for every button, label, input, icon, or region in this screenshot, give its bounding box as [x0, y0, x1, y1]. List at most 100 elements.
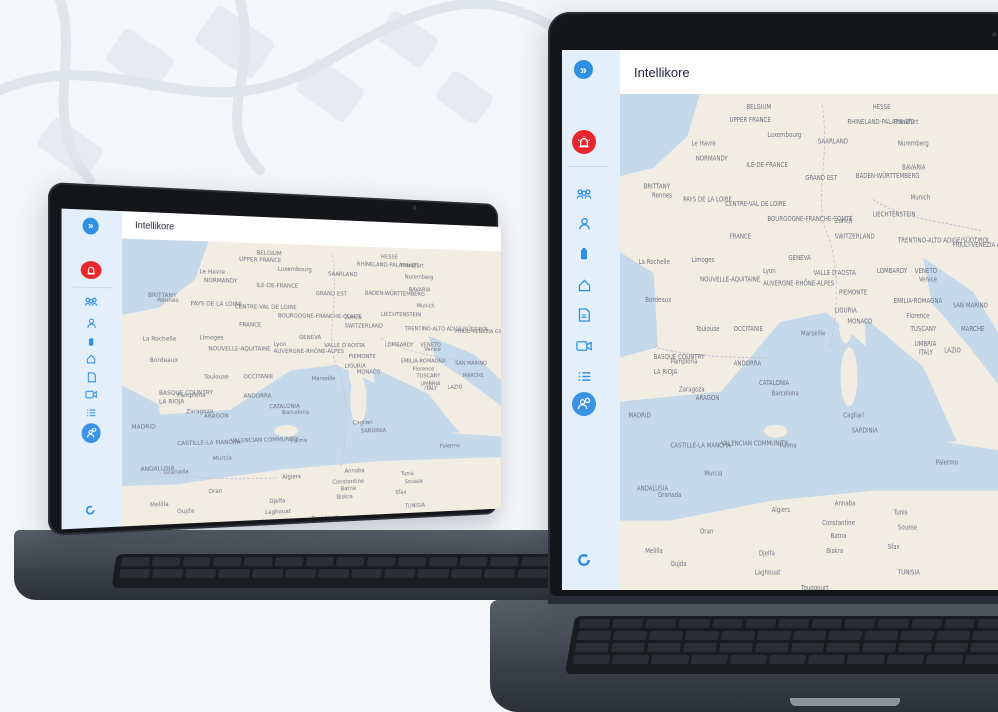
front-map[interactable]: BELGIUM HESSE UPPER FRANCE RHINELAND-PALATI…	[620, 94, 998, 590]
map-label: ILE-DE-FRANCE	[746, 162, 788, 170]
laptop-front: » Intellikore BELGIUM HESSE UPPER FRANCE…	[486, 0, 998, 712]
map-label: Palermo	[440, 442, 460, 450]
front-refresh-button[interactable]	[574, 550, 594, 570]
map-label: Sousse	[405, 477, 423, 485]
users-group-icon	[84, 297, 97, 307]
front-expand-button[interactable]: »	[574, 60, 593, 79]
map-label: Rennes	[652, 192, 672, 200]
map-label: UMBRIA	[915, 341, 937, 349]
back-sidebar-item-document[interactable]	[84, 370, 97, 384]
home-icon	[578, 279, 590, 291]
front-sidebar-item-groups[interactable]	[574, 186, 594, 202]
back-map-canvas[interactable]: BELGIUM HESSEUPPER FRANCERHINELAND-PALATI…	[122, 238, 502, 527]
user-icon	[87, 318, 96, 328]
back-sidebar-item-list[interactable]	[84, 405, 97, 419]
map-label: TUNISIA	[404, 501, 426, 509]
back-sidebar-item-groups[interactable]	[83, 295, 100, 309]
back-alert-button[interactable]	[80, 260, 102, 280]
back-sidebar-item-contacts[interactable]	[81, 423, 101, 444]
front-sidebar: »	[562, 50, 621, 590]
front-sidebar-item-person[interactable]	[576, 216, 592, 232]
map-label: NORMANDY	[204, 276, 237, 284]
map-label: LAZIO	[944, 347, 961, 355]
map-label: ARAGON	[204, 412, 229, 420]
users-group-icon	[576, 189, 592, 199]
map-label: Cagliari	[843, 412, 864, 420]
front-sidebar-item-home[interactable]	[575, 276, 593, 294]
laptop-front-keyboard	[564, 616, 998, 674]
video-camera-icon	[85, 391, 96, 399]
map-label: Djelfa	[759, 550, 775, 558]
front-sidebar-item-document[interactable]	[575, 306, 593, 324]
back-sidebar-item-battery[interactable]	[84, 334, 97, 348]
map-label: CENTRE-VAL DE LOIRE	[725, 200, 786, 208]
back-refresh-button[interactable]	[83, 502, 98, 518]
map-label: GENEVA	[299, 333, 322, 341]
laptop-back-camera	[412, 205, 417, 210]
map-label: Melilla	[150, 500, 169, 509]
map-label: Toulouse	[203, 373, 229, 381]
map-label: Tunis	[400, 470, 414, 478]
map-label: UPPER FRANCE	[239, 255, 281, 264]
map-label: Venice	[424, 346, 441, 353]
map-label: Marseille	[801, 330, 826, 338]
back-map[interactable]: BELGIUM HESSE UPPER FRANCE RHINELAND-PALATI…	[122, 238, 502, 527]
map-label: Oujda	[671, 561, 687, 569]
map-label: ITALY	[919, 349, 933, 357]
map-label: CENTRE-VAL DE LOIRE	[235, 302, 297, 311]
list-icon	[578, 371, 590, 381]
back-expand-button[interactable]: »	[82, 217, 99, 235]
map-label: ANDORRA	[734, 360, 762, 368]
map-label: Oran	[208, 487, 222, 495]
map-label: Pamplona	[671, 358, 698, 366]
map-label: PIEMONTE	[839, 289, 867, 297]
front-sidebar-item-list[interactable]	[575, 368, 593, 384]
map-label: SAN MARINO	[953, 302, 988, 310]
map-label: Cagliari	[353, 419, 373, 427]
map-label: Le Havre	[692, 140, 716, 148]
front-sidebar-item-contacts[interactable]	[572, 392, 596, 416]
map-label: HESSE	[381, 253, 398, 261]
map-label: UPPER FRANCE	[729, 116, 770, 124]
map-label: AUVERGNE-RHÔNE-ALPES	[763, 278, 834, 288]
map-label: Venice	[919, 276, 937, 284]
map-label: Barcelona	[282, 408, 309, 416]
map-label: La Rochelle	[142, 334, 176, 342]
map-label: ILE-DE-FRANCE	[256, 281, 298, 290]
battery-icon	[89, 337, 94, 346]
map-label: PIEMONTE	[349, 352, 376, 359]
map-label: SAN MARINO	[455, 359, 487, 366]
map-label: Oran	[700, 528, 713, 536]
alarm-siren-icon	[577, 136, 591, 148]
map-label: Annaba	[345, 467, 365, 475]
front-header: Intellikore	[620, 50, 998, 95]
map-label: TUNISIA	[897, 569, 920, 577]
front-alert-button[interactable]	[572, 130, 596, 154]
map-label: LA RIOJA	[159, 397, 185, 405]
map-label: VALENCIAN COMMUNITY	[721, 440, 788, 448]
front-sidebar-item-camera[interactable]	[574, 338, 594, 354]
back-sidebar-item-home[interactable]	[84, 352, 97, 366]
map-label: ITALY	[424, 384, 437, 391]
map-label: Batna	[340, 484, 356, 492]
map-label: OCCITANIE	[734, 326, 763, 334]
laptop-back-bezel: » Intellikore BELGIUM HESSE UPPER FRANCE…	[48, 182, 502, 536]
front-map-canvas[interactable]: BELGIUM HESSEUPPER FRANCE RHINELAND-PALATI…	[620, 94, 998, 590]
user-location-icon	[577, 397, 591, 410]
map-label: Limoges	[692, 256, 715, 264]
map-label: Luxembourg	[278, 265, 312, 273]
map-label: Toulouse	[695, 326, 720, 334]
map-label: Nuremberg	[405, 273, 434, 281]
map-label: Annaba	[835, 500, 856, 508]
map-label: LIGURIA	[835, 307, 858, 315]
map-label: Zurich	[345, 314, 362, 322]
map-label: Barcelona	[772, 390, 799, 398]
map-label: LIECHTENSTEIN	[873, 211, 916, 219]
front-sidebar-item-battery[interactable]	[576, 246, 592, 262]
back-sidebar-item-person[interactable]	[84, 316, 97, 330]
map-label: Rennes	[157, 296, 179, 304]
map-label: VALLE D'AOSTA	[814, 269, 857, 277]
map-label: FRANCE	[239, 321, 261, 329]
map-label: MADRID	[628, 412, 650, 420]
back-sidebar-item-camera[interactable]	[84, 388, 99, 402]
